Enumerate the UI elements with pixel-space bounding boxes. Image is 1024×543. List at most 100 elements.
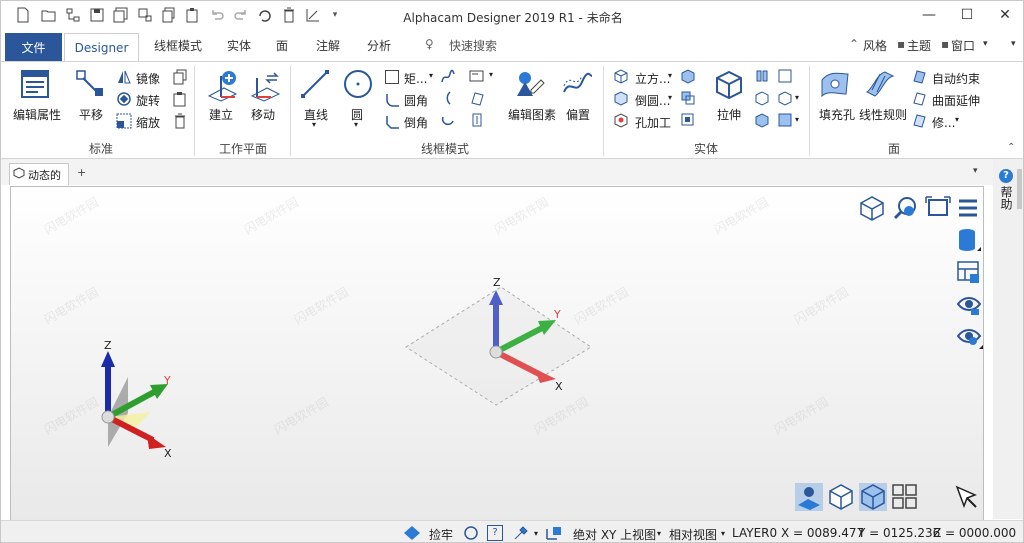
- tools-status-icon[interactable]: [513, 525, 529, 541]
- extrude-button[interactable]: 拉伸: [717, 106, 741, 123]
- line-icon[interactable]: [299, 68, 331, 100]
- add-tab-button[interactable]: +: [77, 166, 86, 179]
- round-dropdown-icon[interactable]: ▾: [668, 93, 672, 102]
- text-dropdown-icon[interactable]: ▾: [489, 70, 493, 79]
- zoom-fit-icon[interactable]: [925, 195, 951, 221]
- view-cube-icon[interactable]: [859, 195, 885, 221]
- circle-dropdown-icon[interactable]: ▾: [354, 120, 358, 129]
- workplane-view-icon[interactable]: [795, 483, 823, 511]
- auto-constraint-button[interactable]: 自动约束: [932, 70, 980, 87]
- snap-label[interactable]: 捡牢: [429, 526, 453, 542]
- cube-icon[interactable]: [613, 68, 629, 84]
- cube-dropdown-icon[interactable]: ▾: [668, 71, 672, 80]
- tab-list-dropdown-icon[interactable]: ▾: [973, 166, 978, 176]
- solid-op8-icon[interactable]: [777, 90, 793, 106]
- tab-annotation[interactable]: 注解: [316, 37, 340, 54]
- solid-dropdown2-icon[interactable]: ▾: [795, 115, 799, 124]
- view-mode[interactable]: 相对视图: [669, 526, 717, 542]
- round-chamfer-icon[interactable]: [613, 90, 629, 106]
- rotate-button[interactable]: 旋转: [136, 92, 160, 109]
- window-menu[interactable]: 窗口: [951, 37, 975, 54]
- ellipse-icon[interactable]: [440, 112, 456, 128]
- help-panel-icon[interactable]: ?: [999, 169, 1013, 183]
- edit-geometry-icon[interactable]: [513, 68, 545, 100]
- rotate-icon[interactable]: [116, 91, 132, 107]
- arc-icon[interactable]: [440, 90, 456, 106]
- solid-op9-icon[interactable]: [777, 112, 793, 128]
- rectangle-icon[interactable]: [385, 70, 399, 84]
- repair-icon[interactable]: [912, 112, 928, 128]
- solid-view-icon[interactable]: [827, 483, 855, 511]
- view-layout-icon[interactable]: [957, 261, 981, 285]
- auto-constraint-icon[interactable]: [912, 68, 928, 84]
- create-workplane-icon[interactable]: [204, 68, 238, 102]
- rectangle-dropdown-icon[interactable]: ▾: [429, 71, 433, 80]
- tab-surface[interactable]: 面: [276, 37, 288, 54]
- edit-geometry-button[interactable]: 编辑图素: [508, 106, 556, 123]
- offset-icon[interactable]: [562, 68, 594, 100]
- fillet-icon[interactable]: [385, 92, 401, 108]
- dimension-icon[interactable]: [469, 112, 485, 128]
- chamfer-icon[interactable]: [385, 114, 401, 130]
- tools-dropdown-icon[interactable]: ▾: [534, 529, 538, 538]
- 3d-viewport[interactable]: 闪电软件园 闪电软件园 闪电软件园 闪电软件园 闪电软件园 闪电软件园 闪电软件…: [10, 186, 984, 521]
- copy-ribbon-icon[interactable]: [172, 69, 188, 85]
- solid-dropdown-icon[interactable]: ▾: [795, 93, 799, 102]
- select-cursor-icon[interactable]: [953, 483, 981, 511]
- text-box-icon[interactable]: [469, 68, 485, 84]
- create-workplane-button[interactable]: 建立: [209, 106, 233, 123]
- repair-dropdown-icon[interactable]: ▾: [955, 115, 959, 124]
- fill-hole-button[interactable]: 填充孔: [819, 106, 855, 123]
- minimize-button[interactable]: —: [919, 5, 939, 25]
- surface-extend-icon[interactable]: [912, 90, 928, 106]
- edit-properties-icon[interactable]: [19, 68, 51, 100]
- circle-icon[interactable]: [342, 68, 374, 100]
- solid-op4-icon[interactable]: [754, 68, 770, 84]
- mirror-button[interactable]: 镜像: [136, 70, 160, 87]
- solid-op2-icon[interactable]: [680, 90, 696, 106]
- tab-file[interactable]: 文件: [5, 33, 62, 61]
- edit-properties-button[interactable]: 编辑属性: [13, 106, 61, 123]
- chamfer-button[interactable]: 倒角: [404, 114, 428, 131]
- theme-menu[interactable]: 主题: [907, 37, 931, 54]
- coord-dropdown-icon[interactable]: ▾: [657, 529, 661, 538]
- coordinate-mode[interactable]: 绝对 XY 上视图: [573, 526, 656, 542]
- wireframe-view-icon[interactable]: [859, 483, 887, 511]
- scrollbar-thumb[interactable]: [1017, 169, 1022, 209]
- spline-icon[interactable]: [440, 68, 456, 84]
- fillet-button[interactable]: 圆角: [404, 92, 428, 109]
- tab-wireframe[interactable]: 线框模式: [154, 37, 202, 54]
- solid-op1-icon[interactable]: [680, 68, 696, 84]
- fill-hole-icon[interactable]: [819, 68, 851, 100]
- scale-icon[interactable]: [116, 113, 132, 129]
- surface-wire-icon[interactable]: [469, 90, 485, 106]
- solid-op6-icon[interactable]: [754, 112, 770, 128]
- coordinate-icon[interactable]: [545, 525, 563, 541]
- rectangle-button[interactable]: 矩...: [404, 70, 427, 87]
- solid-op5-icon[interactable]: [754, 90, 770, 106]
- pan-button[interactable]: 平移: [79, 106, 103, 123]
- solid-op7-icon[interactable]: [777, 68, 793, 84]
- paste-ribbon-icon[interactable]: [172, 91, 188, 107]
- close-button[interactable]: ✕: [995, 5, 1015, 25]
- layer-name[interactable]: LAYER0: [732, 526, 777, 540]
- collapse-ribbon-icon[interactable]: ⌃: [1007, 142, 1015, 153]
- style-menu[interactable]: 风格: [863, 37, 887, 54]
- line-dropdown-icon[interactable]: ▾: [312, 120, 316, 129]
- status-help-icon[interactable]: ?: [487, 525, 503, 541]
- round-chamfer-button[interactable]: 倒圆...: [635, 92, 670, 109]
- pan-icon[interactable]: [75, 68, 107, 100]
- layers-icon[interactable]: [957, 227, 981, 255]
- visibility-eye-search-icon[interactable]: [956, 325, 983, 351]
- tab-solid[interactable]: 实体: [227, 37, 251, 54]
- move-workplane-icon[interactable]: [247, 68, 281, 102]
- extrude-icon[interactable]: [713, 68, 745, 100]
- cube-button[interactable]: 立方...: [635, 70, 670, 87]
- scale-button[interactable]: 缩放: [136, 114, 160, 131]
- visibility-eye-icon[interactable]: [956, 293, 982, 317]
- tab-analysis[interactable]: 分析: [367, 37, 391, 54]
- repair-button[interactable]: 修...: [932, 114, 955, 131]
- document-tab[interactable]: 动态的: [9, 163, 69, 185]
- refresh-status-icon[interactable]: [463, 525, 479, 541]
- view-dropdown-icon[interactable]: ▾: [721, 529, 725, 538]
